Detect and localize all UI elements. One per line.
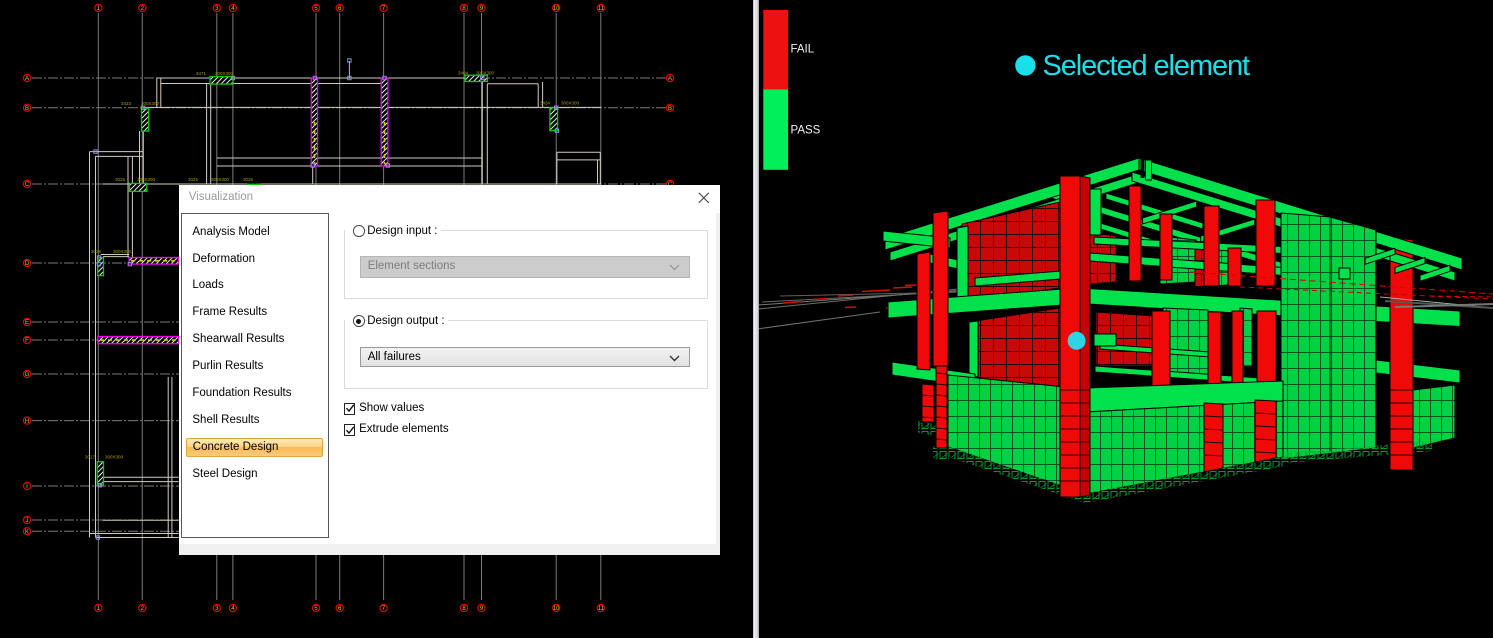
svg-text:11: 11 <box>598 6 605 12</box>
svg-text:300X300: 300X300 <box>476 71 495 76</box>
svg-text:300X300: 300X300 <box>105 455 124 460</box>
svg-text:10: 10 <box>553 606 560 612</box>
svg-text:A: A <box>25 76 29 82</box>
svg-text:Selected element: Selected element <box>1043 50 1251 82</box>
svg-text:FAIL: FAIL <box>791 44 815 56</box>
svg-text:3025: 3025 <box>188 177 199 182</box>
svg-text:B: B <box>25 106 29 112</box>
svg-text:3471: 3471 <box>196 71 207 76</box>
svg-text:F: F <box>25 338 29 344</box>
svg-text:300X300: 300X300 <box>211 177 230 182</box>
svg-text:K: K <box>25 529 29 535</box>
svg-text:C: C <box>25 182 30 188</box>
svg-text:300X300: 300X300 <box>137 177 156 182</box>
svg-text:A: A <box>668 76 672 82</box>
svg-text:300X300: 300X300 <box>561 101 580 106</box>
svg-text:B: B <box>668 106 672 112</box>
svg-text:E: E <box>25 320 29 326</box>
svg-text:10: 10 <box>553 6 560 12</box>
svg-text:3423: 3423 <box>121 101 132 106</box>
svg-text:3404: 3404 <box>458 71 469 76</box>
svg-text:11: 11 <box>598 606 605 612</box>
svg-text:300X300: 300X300 <box>215 71 234 76</box>
svg-text:D: D <box>25 261 30 267</box>
svg-text:PASS: PASS <box>791 125 821 137</box>
svg-text:J: J <box>26 518 29 524</box>
svg-text:3017: 3017 <box>85 455 96 460</box>
svg-text:300X300: 300X300 <box>141 101 160 106</box>
svg-text:H: H <box>25 419 29 425</box>
svg-text:3025: 3025 <box>243 177 254 182</box>
svg-text:300X300: 300X300 <box>113 249 132 254</box>
svg-text:3025: 3025 <box>115 177 126 182</box>
svg-text:G: G <box>25 372 30 378</box>
svg-text:3434: 3434 <box>540 101 551 106</box>
svg-text:3026: 3026 <box>91 249 102 254</box>
